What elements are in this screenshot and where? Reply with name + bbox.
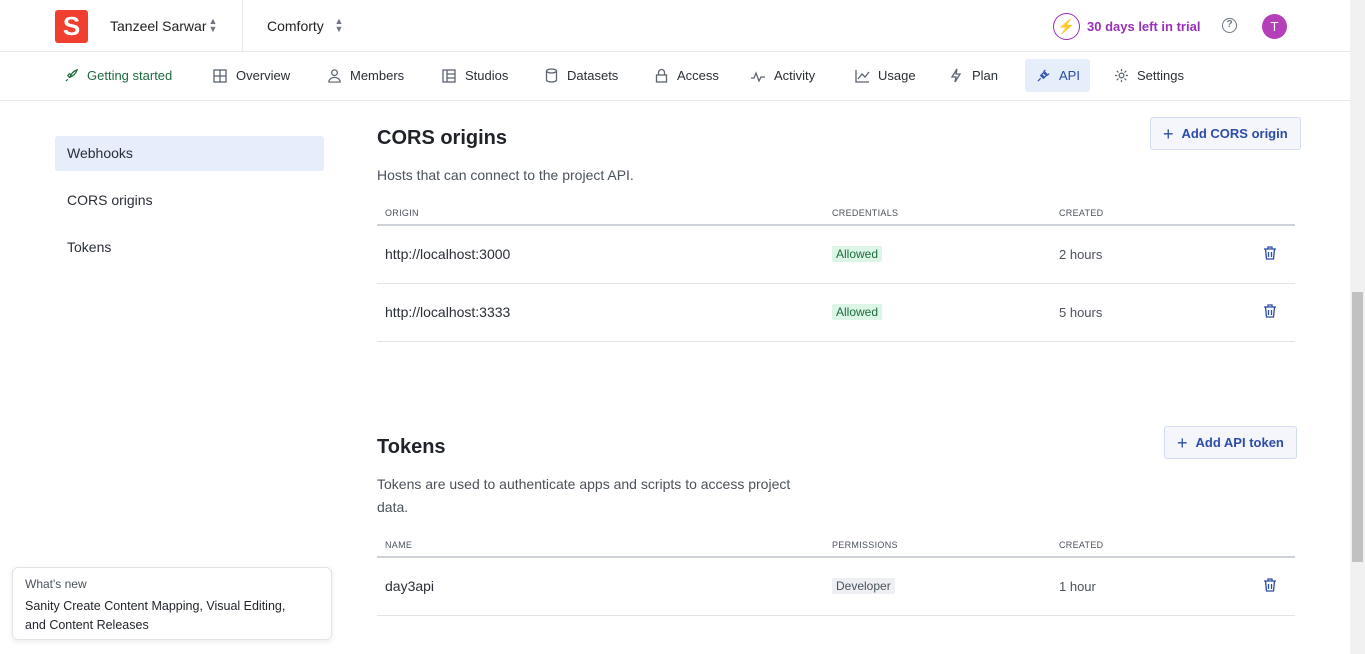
button-label: Add API token [1195,435,1284,450]
tab-plan[interactable]: Plan [938,59,1008,92]
button-label: Add CORS origin [1181,126,1288,141]
cors-origin-cell: http://localhost:3000 [385,246,511,262]
cors-section-title: CORS origins [377,127,508,149]
tab-studios[interactable]: Studios [431,59,518,92]
tab-label: Usage [878,68,916,83]
activity-icon [750,68,766,84]
created-cell: 5 hours [1059,305,1103,320]
trial-status-link[interactable]: 30 days left in trial [1087,19,1200,34]
plug-icon [1035,68,1051,84]
tab-overview[interactable]: Overview [202,59,300,92]
bolt-icon[interactable]: ⚡ [1053,13,1080,40]
created-cell: 1 hour [1059,579,1096,594]
credentials-badge: Allowed [832,304,883,320]
cors-description: Hosts that can connect to the project AP… [377,167,634,183]
rocket-icon [63,68,79,84]
cors-origin-cell: http://localhost:3333 [385,304,511,320]
tab-settings[interactable]: Settings [1103,59,1194,92]
tab-label: Getting started [87,68,173,83]
scrollbar-thumb[interactable] [1352,292,1363,562]
tab-activity[interactable]: Activity [740,59,825,92]
sidebar-item-tokens[interactable]: Tokens [55,230,324,265]
tab-label: Access [677,68,719,83]
column-header-created: CREATED [1059,540,1104,550]
tab-members[interactable]: Members [316,59,414,92]
tokens-section-title: Tokens [377,436,446,458]
tokens-description: Tokens are used to authenticate apps and… [377,473,790,519]
layout-icon [441,68,457,84]
trash-icon[interactable] [1262,245,1278,261]
whats-new-text: Sanity Create Content Mapping, Visual Ed… [25,597,319,635]
tab-api[interactable]: API [1025,59,1090,92]
tab-usage[interactable]: Usage [844,59,926,92]
chart-icon [854,68,870,84]
plus-icon: + [1163,123,1174,144]
credentials-badge: Allowed [832,246,883,262]
tab-label: Members [350,68,405,83]
tab-label: API [1059,68,1080,83]
tab-label: Plan [972,68,999,83]
whats-new-line: Sanity Create Content Mapping, Visual Ed… [25,599,286,613]
users-icon [326,68,342,84]
plus-icon: + [1177,432,1188,453]
project-nav: Getting started Overview Members Studios… [0,52,1350,101]
token-name-cell: day3api [385,578,435,594]
tab-label: Studios [465,68,509,83]
whats-new-label: What's new [25,577,87,591]
column-header-permissions: PERMISSIONS [832,540,898,550]
description-line: data. [377,499,409,515]
org-switcher-chevron-icon[interactable]: ▲ ▼ [208,17,218,35]
column-header-name: NAME [385,540,413,550]
org-switcher-label[interactable]: Tanzeel Sarwar [110,18,207,34]
project-switcher-chevron-icon[interactable]: ▲ ▼ [334,17,344,35]
database-icon [543,68,559,84]
help-icon[interactable]: ? [1222,18,1237,33]
divider [242,0,243,52]
row-divider [377,615,1295,616]
sidebar-item-webhooks[interactable]: Webhooks [55,136,324,171]
table-header-divider [377,556,1295,558]
user-avatar[interactable]: T [1262,14,1287,39]
tab-label: Settings [1137,68,1184,83]
whats-new-card[interactable]: What's new Sanity Create Content Mapping… [12,567,332,640]
tab-getting-started[interactable]: Getting started [53,59,182,92]
column-header-created: CREATED [1059,208,1104,218]
gear-icon [1113,68,1129,84]
whats-new-line: and Content Releases [25,618,149,632]
sidebar-item-cors-origins[interactable]: CORS origins [55,183,324,218]
row-divider [377,283,1295,284]
description-line: Tokens are used to authenticate apps and… [377,476,791,492]
trash-icon[interactable] [1262,577,1278,593]
tab-label: Activity [774,68,816,83]
table-header-divider [377,224,1295,226]
tab-label: Overview [236,68,291,83]
bolt-icon [948,68,964,84]
add-api-token-button[interactable]: + Add API token [1164,426,1297,459]
top-bar: S Tanzeel Sarwar ▲ ▼ Comforty ▲ ▼ ⚡ 30 day… [0,0,1350,52]
column-header-credentials: CREDENTIALS [832,208,899,218]
project-switcher-label[interactable]: Comforty [267,18,324,34]
created-cell: 2 hours [1059,247,1103,262]
add-cors-origin-button[interactable]: + Add CORS origin [1150,117,1301,150]
permissions-badge: Developer [832,578,895,594]
grid-icon [212,68,228,84]
tab-label: Datasets [567,68,619,83]
sanity-logo[interactable]: S [55,10,88,43]
column-header-origin: ORIGIN [385,208,419,218]
lock-icon [653,68,669,84]
tab-datasets[interactable]: Datasets [533,59,628,92]
row-divider [377,341,1295,342]
tab-access[interactable]: Access [643,59,729,92]
trash-icon[interactable] [1262,303,1278,319]
